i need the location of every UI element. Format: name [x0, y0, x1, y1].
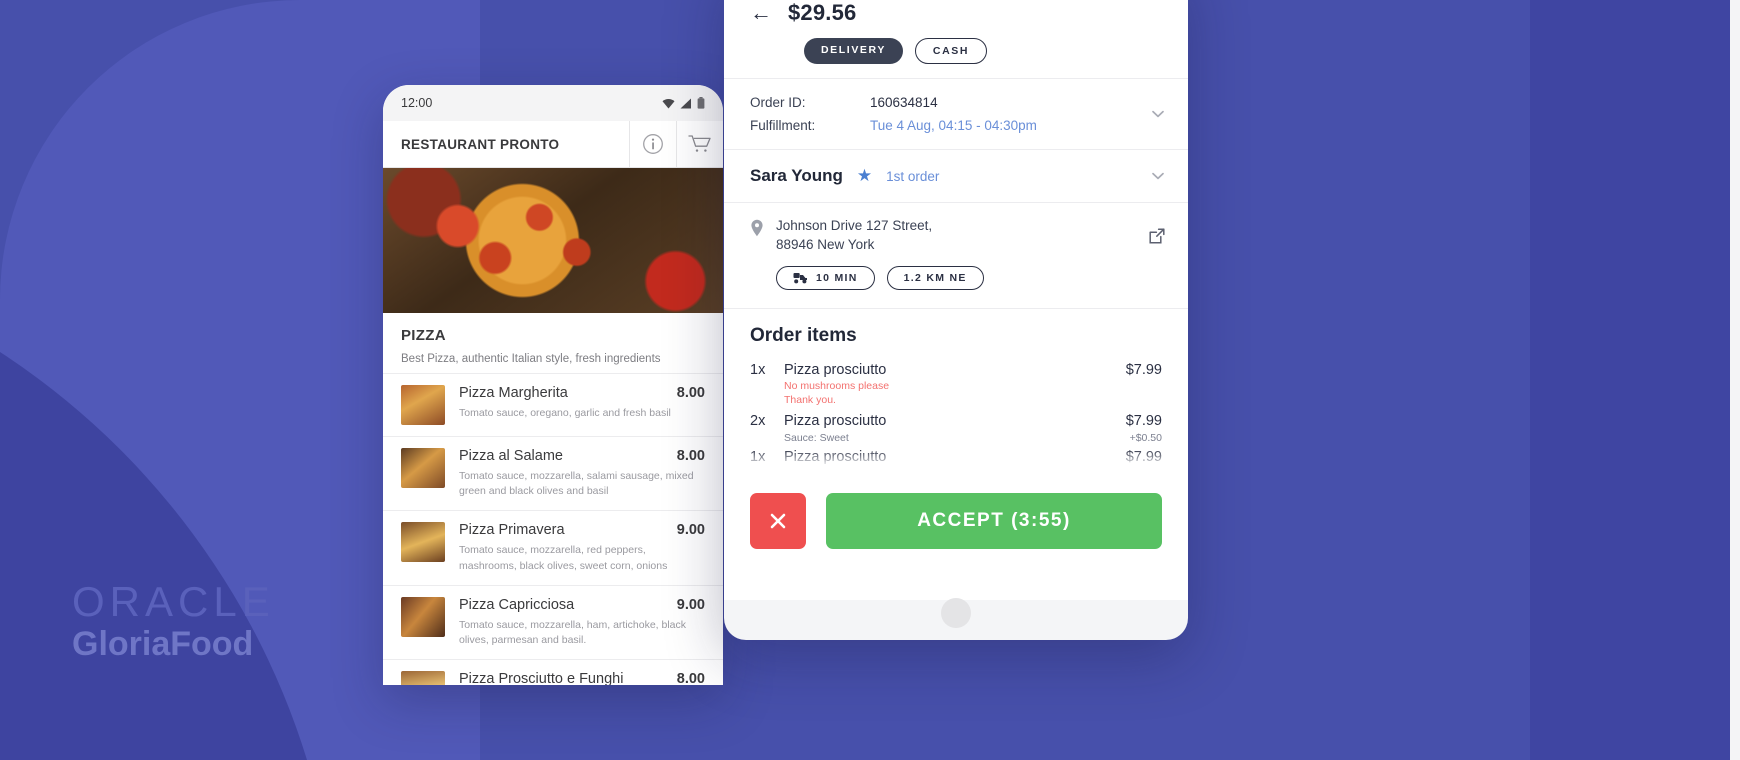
address-line-1: Johnson Drive 127 Street, [776, 218, 933, 233]
menu-item-thumbnail [401, 448, 445, 488]
eta-label: 10 MIN [816, 272, 858, 285]
item-special-instructions: No mushrooms please Thank you. [784, 380, 890, 406]
phone-device: 12:00 RESTAURANT PRONTO PIZZA Best Pizza… [383, 85, 723, 685]
menu-category-header: PIZZA Best Pizza, authentic Italian styl… [383, 313, 723, 373]
reject-order-button[interactable] [750, 493, 806, 549]
location-pin-icon [750, 219, 764, 242]
order-items-title: Order items [750, 325, 857, 347]
menu-item-price: 9.00 [676, 522, 705, 539]
item-option-price: +$0.50 [1129, 431, 1162, 444]
external-link-icon[interactable] [1148, 227, 1166, 250]
menu-item-thumbnail [401, 671, 445, 685]
battery-icon [697, 97, 705, 109]
accept-order-button[interactable]: ACCEPT (3:55) [826, 493, 1162, 549]
fulfillment-row: Fulfillment: Tue 4 Aug, 04:15 - 04:30pm [750, 114, 1162, 137]
customer-order-badge: 1st order [886, 168, 940, 184]
oracle-gloriafood-logo: ORACLE GloriaFood [72, 580, 275, 664]
menu-item-name: Pizza Primavera [459, 522, 565, 539]
oracle-wordmark: ORACLE [72, 578, 275, 625]
fulfillment-label: Fulfillment: [750, 118, 816, 133]
payment-type-tag: CASH [914, 38, 988, 64]
item-name: Pizza prosciutto [784, 448, 887, 465]
list-item[interactable]: Pizza Margherita 8.00 Tomato sauce, oreg… [383, 373, 723, 436]
cart-icon[interactable] [676, 121, 723, 167]
info-icon[interactable] [629, 121, 676, 167]
order-id-label: Order ID: [750, 95, 806, 110]
menu-item-name: Pizza Prosciutto e Funghi [459, 671, 624, 685]
address-line-2: 88946 New York [776, 236, 875, 252]
close-x-icon [770, 513, 786, 529]
menu-item-price: 9.00 [676, 596, 705, 613]
list-item[interactable]: Pizza Capricciosa 9.00 Tomato sauce, moz… [383, 584, 723, 659]
chevron-down-icon[interactable] [1150, 168, 1166, 184]
fulfillment-value[interactable]: Tue 4 Aug, 04:15 - 04:30pm [870, 118, 1037, 133]
distance-label: 1.2 KM NE [903, 272, 967, 285]
back-arrow-icon[interactable]: ← [750, 2, 772, 24]
customer-address: Johnson Drive 127 Street, 88946 New York [776, 217, 932, 254]
scooter-icon [793, 273, 807, 284]
table-row: 1x Pizza prosciutto $7.99 No mushrooms p… [750, 357, 1162, 407]
order-type-tag: DELIVERY [804, 38, 903, 64]
wifi-icon [662, 98, 675, 108]
item-price: $7.99 [1125, 362, 1162, 379]
menu-item-thumbnail [401, 522, 445, 563]
order-detail-screen: ← $29.56 DELIVERY CASH Order ID: 1606348… [724, 0, 1188, 600]
menu-item-description: Tomato sauce, mozzarella, salami sausage… [459, 470, 694, 498]
menu-item-price: 8.00 [676, 385, 705, 401]
menu-hero-image [383, 168, 723, 313]
restaurant-name: RESTAURANT PRONTO [401, 136, 560, 152]
signal-icon [680, 98, 691, 108]
order-action-bar: ACCEPT (3:55) [724, 475, 1188, 600]
item-option-row: Sauce: Sweet +$0.50 [750, 432, 1162, 444]
menu-item-price: 8.00 [676, 448, 705, 464]
menu-item-price: 8.00 [676, 671, 705, 685]
menu-item-name: Pizza Margherita [459, 385, 568, 401]
order-id-value: 160634814 [870, 95, 938, 110]
status-icon-group [662, 97, 705, 109]
background-edge-white [1730, 0, 1740, 760]
category-description: Best Pizza, authentic Italian style, fre… [401, 353, 661, 365]
item-price: $7.99 [1125, 448, 1162, 465]
eta-pill[interactable]: 10 MIN [776, 266, 875, 291]
address-section: Johnson Drive 127 Street, 88946 New York… [724, 203, 1188, 310]
order-header: ← $29.56 DELIVERY CASH [724, 0, 1188, 79]
phone-app-bar: RESTAURANT PRONTO [383, 121, 723, 168]
tablet-device: ← $29.56 DELIVERY CASH Order ID: 1606348… [724, 0, 1188, 640]
distance-pill[interactable]: 1.2 KM NE [886, 266, 984, 291]
menu-item-description: Tomato sauce, mozzarella, red peppers, m… [459, 544, 668, 572]
item-quantity: 2x [750, 412, 766, 429]
customer-section[interactable]: Sara Young ★ 1st order [724, 150, 1188, 203]
menu-item-description: Tomato sauce, oregano, garlic and fresh … [459, 407, 671, 419]
menu-item-name: Pizza al Salame [459, 448, 563, 464]
list-item[interactable]: Pizza Primavera 9.00 Tomato sauce, mozza… [383, 510, 723, 584]
customer-name: Sara Young [750, 166, 843, 185]
item-name: Pizza prosciutto [784, 412, 887, 429]
gloriafood-wordmark: GloriaFood [72, 625, 254, 663]
category-name: PIZZA [401, 327, 446, 344]
menu-item-name: Pizza Capricciosa [459, 596, 575, 613]
order-info-section[interactable]: Order ID: 160634814 Fulfillment: Tue 4 A… [724, 79, 1188, 150]
list-item[interactable]: Pizza Prosciutto e Funghi 8.00 [383, 659, 723, 685]
order-id-row: Order ID: 160634814 [750, 91, 1162, 114]
item-price: $7.99 [1125, 412, 1162, 429]
menu-item-thumbnail [401, 596, 445, 637]
phone-status-bar: 12:00 [383, 85, 723, 121]
list-item[interactable]: Pizza al Salame 8.00 Tomato sauce, mozza… [383, 436, 723, 510]
item-name: Pizza prosciutto [784, 362, 887, 379]
star-icon: ★ [856, 166, 873, 185]
item-option-name: Sauce: Sweet [784, 431, 849, 444]
chevron-down-icon[interactable] [1150, 106, 1166, 122]
status-time: 12:00 [401, 96, 433, 110]
order-total-amount: $29.56 [788, 0, 857, 25]
table-row: 1x Pizza prosciutto $7.99 [750, 444, 1162, 465]
menu-item-description: Tomato sauce, mozzarella, ham, artichoke… [459, 618, 687, 647]
menu-item-thumbnail [401, 385, 445, 425]
item-quantity: 1x [750, 362, 766, 379]
table-row: 2x Pizza prosciutto $7.99 Sauce: Sweet +… [750, 408, 1162, 444]
tablet-home-button[interactable] [941, 598, 971, 628]
item-quantity: 1x [750, 448, 766, 465]
background-strip-dark-right [1530, 0, 1740, 760]
